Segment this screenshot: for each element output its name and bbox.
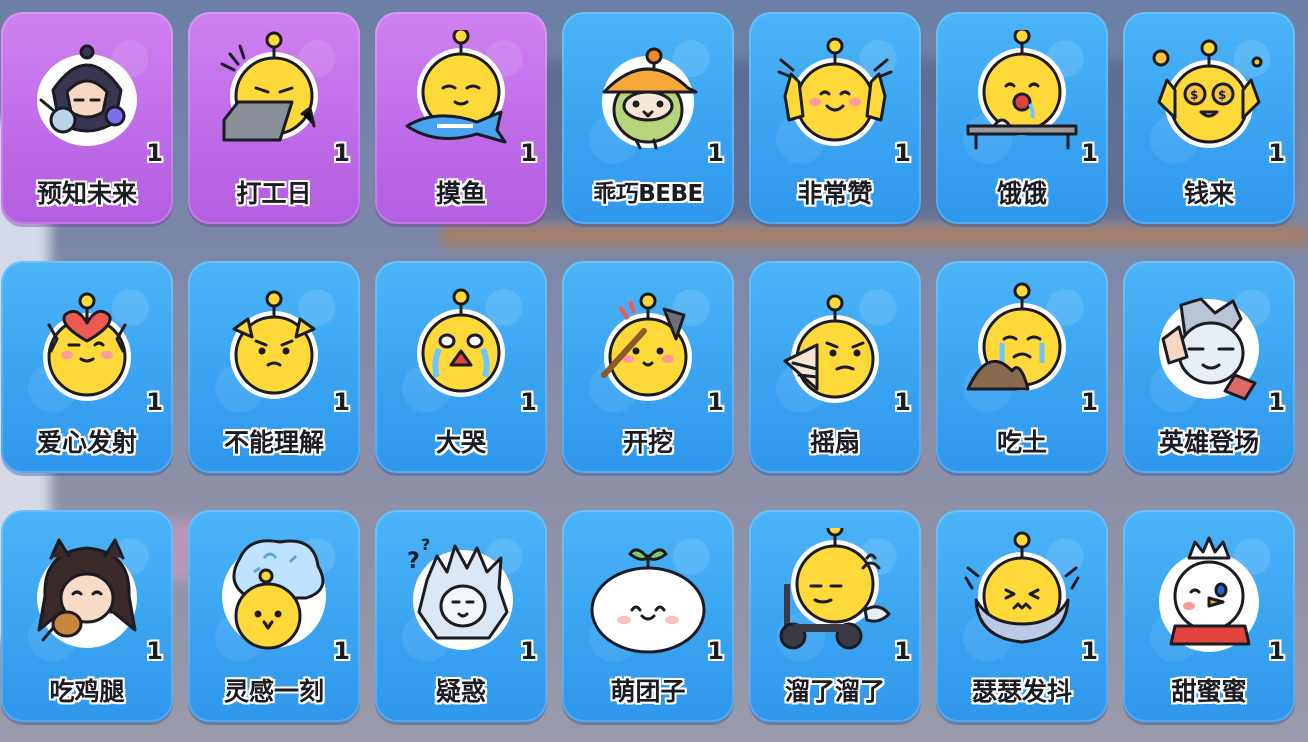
sticker-card[interactable]: $ $ 1 钱来 [1123, 12, 1295, 224]
sticker-card[interactable]: 1 爱心发射 [1, 261, 173, 473]
sticker-label: 乖巧BEBE [593, 181, 703, 207]
sticker-count: 1 [146, 139, 163, 167]
sticker-label: 萌团子 [610, 677, 686, 706]
ice-character-puzzled-icon: ? ? [397, 528, 525, 656]
sticker-count: 1 [894, 388, 911, 416]
mascot-eating-dirt-icon [958, 279, 1086, 407]
sticker-card[interactable]: 1 瑟瑟发抖 [936, 510, 1108, 722]
mascot-hungry-table-icon [958, 27, 1086, 158]
sticker-count: 1 [707, 139, 724, 167]
sticker-label: 开挖 [622, 428, 673, 457]
sticker-count: 1 [1268, 139, 1285, 167]
sticker-count: 1 [333, 139, 350, 167]
mascot-digging-icon [584, 279, 712, 407]
sticker-card[interactable]: ? ? 1 疑惑 [375, 510, 547, 722]
sticker-label: 预知未来 [36, 179, 137, 208]
sticker-count: 1 [520, 388, 537, 416]
mascot-typing-laptop-icon [210, 30, 338, 158]
sticker-label: 摇扇 [809, 428, 860, 457]
mascot-scooter-icon [771, 519, 899, 656]
sticker-count: 1 [1081, 637, 1098, 665]
svg-text:$: $ [1218, 88, 1226, 102]
mascot-holding-fish-icon [397, 27, 525, 158]
mascot-shivering-blanket-icon [958, 528, 1086, 656]
sticker-label: 大哭 [435, 428, 486, 457]
mascot-crying-icon [397, 279, 525, 407]
sticker-count: 1 [707, 388, 724, 416]
mascot-confused-icon [210, 279, 338, 407]
mascot-inspiration-bubble-icon [210, 528, 338, 656]
dark-character-with-magnifier-icon [23, 30, 151, 158]
svg-text:?: ? [407, 549, 420, 574]
sticker-count: 1 [146, 388, 163, 416]
sticker-label: 不能理解 [223, 428, 324, 457]
sticker-card[interactable]: 1 甜蜜蜜 [1123, 510, 1295, 722]
mascot-heart-wink-icon [23, 279, 151, 407]
sticker-count: 1 [333, 388, 350, 416]
sticker-count: 1 [520, 637, 537, 665]
sticker-count: 1 [894, 139, 911, 167]
white-dumpling-sprout-icon [584, 528, 712, 656]
sticker-card[interactable]: 1 英雄登场 [1123, 261, 1295, 473]
sticker-label: 饿饿 [996, 179, 1047, 208]
sticker-label: 爱心发射 [36, 428, 137, 457]
sticker-count: 1 [146, 637, 163, 665]
sticker-card[interactable]: 1 吃鸡腿 [1, 510, 173, 722]
sticker-count: 1 [1081, 388, 1098, 416]
sticker-label: 疑惑 [435, 677, 486, 706]
sticker-count: 1 [707, 637, 724, 665]
svg-text:?: ? [421, 535, 430, 554]
sticker-card[interactable]: 1 溜了溜了 [749, 510, 921, 722]
sticker-card[interactable]: 1 非常赞 [749, 12, 921, 224]
sticker-card[interactable]: 1 开挖 [562, 261, 734, 473]
sticker-count: 1 [1268, 637, 1285, 665]
svg-text:$: $ [1190, 88, 1198, 102]
sticker-card[interactable]: 1 吃土 [936, 261, 1108, 473]
sticker-count: 1 [1268, 388, 1285, 416]
mascot-folding-fan-icon [771, 279, 899, 407]
sticker-count: 1 [894, 637, 911, 665]
sticker-card[interactable]: 1 摸鱼 [375, 12, 547, 224]
sticker-card[interactable]: 1 不能理解 [188, 261, 360, 473]
sticker-card[interactable]: 1 萌团子 [562, 510, 734, 722]
sticker-count: 1 [520, 139, 537, 167]
sticker-card[interactable]: 1 饿饿 [936, 12, 1108, 224]
sticker-label: 英雄登场 [1158, 428, 1259, 457]
hero-character-pose-icon [1145, 279, 1273, 407]
sticker-label: 吃土 [996, 428, 1047, 457]
sticker-label: 瑟瑟发抖 [971, 677, 1072, 706]
sticker-label: 非常赞 [797, 179, 873, 208]
sticker-card[interactable]: 1 灵感一刻 [188, 510, 360, 722]
snowman-king-wink-icon [1145, 528, 1273, 656]
green-bird-orange-hat-icon [584, 30, 712, 158]
sticker-label: 吃鸡腿 [49, 677, 125, 706]
sticker-grid: 1 预知未来 1 打工日 1 摸鱼 1 乖巧BEBE 1 非常赞 1 饿饿 $ … [1, 12, 1295, 722]
sticker-count: 1 [333, 637, 350, 665]
mascot-thumbs-up-icon [771, 30, 899, 158]
sticker-card[interactable]: 1 大哭 [375, 261, 547, 473]
sticker-card[interactable]: 1 打工日 [188, 12, 360, 224]
sticker-label: 灵感一刻 [223, 677, 324, 706]
sticker-label: 打工日 [236, 179, 312, 208]
sticker-label: 溜了溜了 [784, 677, 885, 706]
mascot-money-eyes-icon: $ $ [1145, 30, 1273, 158]
girl-eating-drumstick-icon [23, 528, 151, 656]
sticker-label: 摸鱼 [435, 179, 486, 208]
sticker-label: 甜蜜蜜 [1171, 677, 1247, 706]
sticker-card[interactable]: 1 乖巧BEBE [562, 12, 734, 224]
sticker-count: 1 [1081, 139, 1098, 167]
sticker-card[interactable]: 1 预知未来 [1, 12, 173, 224]
sticker-label: 钱来 [1183, 179, 1234, 208]
sticker-card[interactable]: 1 摇扇 [749, 261, 921, 473]
